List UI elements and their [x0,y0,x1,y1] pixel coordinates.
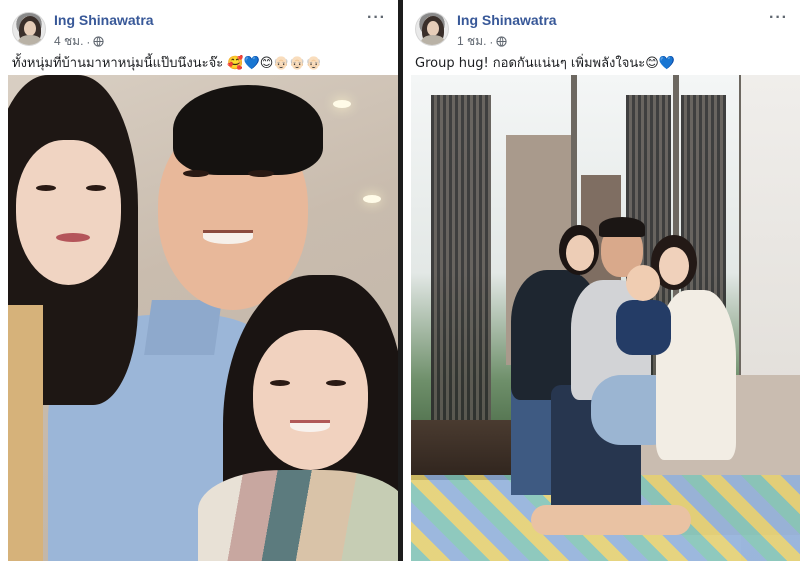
post-photo[interactable] [411,75,800,561]
author-avatar[interactable] [12,12,46,46]
more-options-icon[interactable]: ··· [769,10,788,26]
post-timestamp[interactable]: 4 ชม. [54,32,83,51]
post-card: Ing Shinawatra 4 ชม. · ··· ทั้งหนุ่มที่บ… [0,0,398,561]
author-name[interactable]: Ing Shinawatra [54,12,154,28]
post-card: Ing Shinawatra 1 ชม. · ··· Group hug! กอ… [403,0,800,561]
post-meta: 1 ชม. · [457,32,508,51]
post-photo[interactable] [8,75,398,561]
post-header: Ing Shinawatra 4 ชม. · ··· ทั้งหนุ่มที่บ… [0,0,398,75]
globe-icon[interactable] [496,36,508,47]
author-name[interactable]: Ing Shinawatra [457,12,557,28]
post-caption: Group hug! กอดกันแน่นๆ เพิ่มพลังใจนะ😊💙 [415,56,675,71]
post-caption: ทั้งหนุ่มที่บ้านมาหาหนุ่มนี้แป๊บนึงนะจ๊ะ… [12,56,322,71]
meta-separator: · [86,34,91,49]
post-timestamp[interactable]: 1 ชม. [457,32,486,51]
more-options-icon[interactable]: ··· [367,10,386,26]
post-header: Ing Shinawatra 1 ชม. · ··· Group hug! กอ… [403,0,800,75]
author-avatar[interactable] [415,12,449,46]
post-meta: 4 ชม. · [54,32,105,51]
globe-icon[interactable] [93,36,105,47]
meta-separator: · [489,34,494,49]
